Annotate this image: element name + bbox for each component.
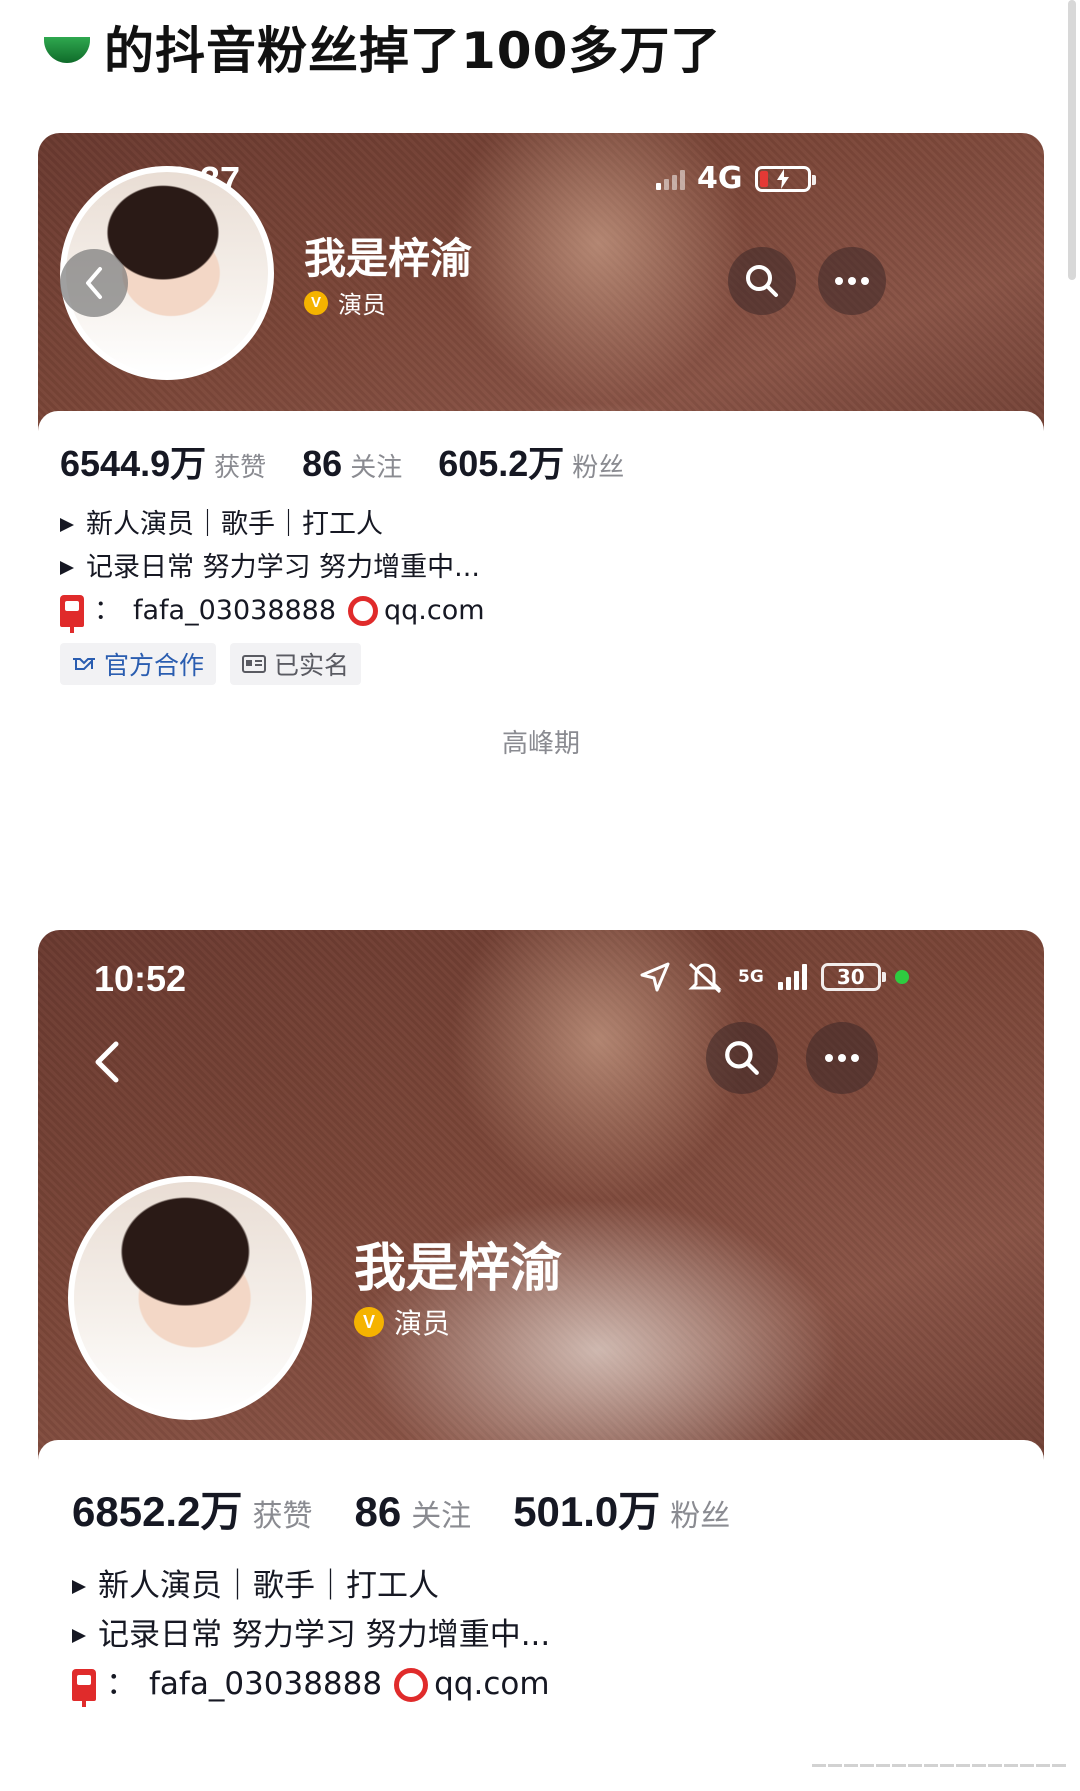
profile-role: V 演员 [304,285,386,320]
following-label: 关注 [411,1499,472,1534]
following-stat[interactable]: 86 关注 [302,443,402,485]
bullet-icon [72,1628,86,1643]
followers-value: 501.0万 [513,1488,661,1535]
nav-bar [38,1034,1044,1094]
bullet-icon [60,560,74,575]
back-icon [86,267,102,299]
profile-stats: 6852.2万 获赞 86 关注 501.0万 粉丝 [72,1478,730,1539]
mailbox-icon [72,1668,96,1707]
role-label: 演员 [338,291,386,319]
verified-v-icon: V [304,290,328,315]
more-button[interactable] [806,1022,878,1094]
bio-line-2: 记录日常 努力学习 努力增重中... [98,1617,551,1653]
following-value: 86 [302,443,343,484]
email-suffix: qq.com [434,1666,550,1702]
more-icon [835,277,869,285]
avatar[interactable] [68,1176,312,1420]
likes-stat[interactable]: 6852.2万 获赞 [72,1478,312,1539]
battery-level: 30 [836,965,865,989]
following-value: 86 [354,1488,402,1535]
status-bar: 10:52 5G 30 [38,950,1044,1006]
likes-value: 6544.9万 [60,443,207,484]
profile-screenshot-current: 10:52 5G 30 我是梓渝 V 演员 6852.2万 获赞 86 关注 5… [38,930,1044,1791]
profile-role: V 演员 [354,1302,450,1342]
following-stat[interactable]: 86 关注 [354,1488,471,1536]
bio-line-1: 新人演员｜歌手｜打工人 [86,509,383,540]
followers-stat[interactable]: 605.2万 粉丝 [438,435,624,487]
status-time: 10:52 [94,958,187,999]
post-title: 的抖音粉丝掉了100多万了 [104,22,722,80]
network-type: 4G [697,161,743,196]
role-label: 演员 [394,1307,451,1340]
more-button[interactable] [818,247,886,315]
profile-stats: 6544.9万 获赞 86 关注 605.2万 粉丝 [60,435,624,487]
likes-stat[interactable]: 6544.9万 获赞 [60,435,266,487]
heart-icon [44,37,90,63]
real-name-label: 已实名 [274,651,350,680]
email-prefix: fafa_03038888 [133,595,337,626]
bio-email: ： fafa_03038888 qq.com [60,589,485,633]
profile-tags: 官方合作 已实名 [60,643,362,685]
likes-label: 获赞 [252,1499,313,1534]
watermark [812,1764,1066,1767]
official-cooperation-label: 官方合作 [104,651,205,680]
profile-bio: 新人演员｜歌手｜打工人 记录日常 努力学习 努力增重中... ： fafa_03… [60,503,485,633]
battery-icon [754,165,816,192]
mailbox-icon [60,594,84,633]
search-icon [725,1041,759,1075]
at-icon [394,1667,429,1702]
verified-v-icon: V [354,1307,384,1337]
screenshot-caption: 高峰期 [501,729,580,759]
likes-label: 获赞 [214,453,267,483]
location-icon [640,962,670,992]
profile-name: 我是梓渝 [304,234,473,283]
followers-value: 605.2万 [438,443,565,484]
profile-bio: 新人演员｜歌手｜打工人 记录日常 努力学习 努力增重中... ： fafa_03… [72,1562,550,1709]
profile-name: 我是梓渝 [354,1239,563,1299]
email-prefix: fafa_03038888 [149,1666,383,1702]
followers-stat[interactable]: 501.0万 粉丝 [513,1478,730,1539]
network-type: 5G [738,967,764,987]
likes-value: 6852.2万 [72,1488,243,1535]
followers-label: 粉丝 [572,453,625,483]
profile-info-panel: 6544.9万 获赞 86 关注 605.2万 粉丝 新人演员｜歌手｜打工人 记… [38,411,1044,908]
search-button[interactable] [728,247,796,315]
more-icon [825,1054,859,1062]
page-scrollbar[interactable] [1068,0,1076,280]
post-title-row: 的抖音粉丝掉了100多万了 [44,12,721,82]
battery-icon: 30 [820,963,886,991]
back-icon[interactable] [90,1038,124,1086]
email-suffix: qq.com [384,595,485,626]
bio-email: ： fafa_03038888 qq.com [72,1660,550,1709]
signal-icon [656,168,685,190]
bio-line-1: 新人演员｜歌手｜打工人 [98,1568,439,1604]
bullet-icon [60,517,74,532]
bio-line-2: 记录日常 努力学习 努力增重中... [86,552,480,583]
back-button[interactable] [60,249,128,317]
privacy-dot [894,970,909,984]
search-button[interactable] [706,1022,778,1094]
real-name-tag: 已实名 [230,643,362,685]
profile-screenshot-peak: 23:37 4G 我是梓渝 V 演员 6544.9万 获赞 [38,133,1044,908]
search-icon [746,265,778,297]
mute-icon [688,962,722,994]
signal-icon [777,964,807,990]
id-card-icon [242,655,267,673]
following-label: 关注 [350,453,403,483]
at-icon [348,595,379,626]
handshake-icon [73,658,95,670]
official-cooperation-tag[interactable]: 官方合作 [60,643,217,685]
followers-label: 粉丝 [670,1499,731,1534]
bullet-icon [72,1579,86,1594]
profile-info-panel: 6852.2万 获赞 86 关注 501.0万 粉丝 新人演员｜歌手｜打工人 记… [38,1440,1044,1791]
